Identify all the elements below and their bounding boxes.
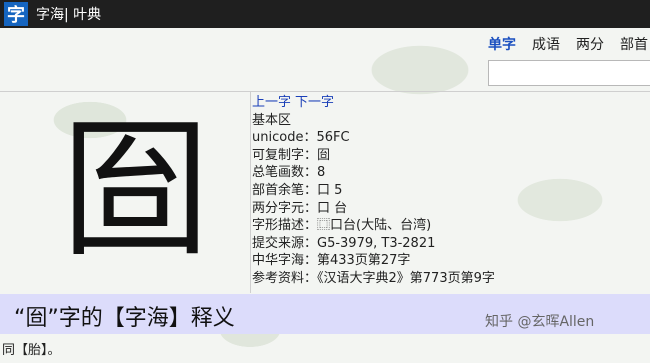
- character-glyph: 囼: [59, 104, 210, 278]
- two-part-components: 两分字元：口 台: [252, 200, 348, 216]
- shape-description: 字形描述：⿴口台(大陆、台湾): [252, 218, 432, 234]
- tab-single-char[interactable]: 单字: [488, 34, 516, 54]
- definition-suffix: 。: [47, 343, 61, 358]
- zhonghua-zihai-ref: 中华字海：第433页第27字: [252, 253, 411, 269]
- title-bar: 字 字海| 叶典: [0, 0, 650, 28]
- definition-text: 同【胎】。: [2, 339, 61, 358]
- definition-prefix: 同: [2, 343, 16, 358]
- stroke-count: 总笔画数：8: [252, 165, 326, 181]
- next-char-link[interactable]: 下一字: [295, 95, 334, 110]
- definition-title: “囼”字的【字海】释义: [14, 306, 235, 331]
- tab-two-part[interactable]: 两分: [576, 34, 604, 54]
- reference-material: 参考资料：《汉语大字典2》第773页第9字: [252, 270, 495, 286]
- app-logo-icon: 字: [4, 2, 28, 26]
- unicode-value: unicode：56FC: [252, 130, 350, 146]
- tab-radical[interactable]: 部首: [620, 34, 648, 54]
- search-input[interactable]: [488, 60, 650, 86]
- block-label: 基本区: [252, 112, 292, 128]
- definition-link[interactable]: 【胎】: [15, 343, 48, 358]
- radical-strokes: 部首余笔：口 5: [252, 182, 343, 198]
- character-info: 上一字 下一字 基本区 unicode：56FC 可复制字：囼 总笔画数：8 部首…: [252, 94, 582, 288]
- submission-source: 提交来源：G5-3979, T3-2821: [252, 235, 436, 251]
- search-tabs: 单字 成语 两分 部首: [488, 34, 648, 54]
- app-title: 字海| 叶典: [36, 7, 102, 23]
- header-divider: [0, 91, 650, 92]
- header: 单字 成语 两分 部首: [0, 28, 650, 90]
- char-navigation: 上一字 下一字: [252, 94, 582, 112]
- prev-char-link[interactable]: 上一字: [252, 95, 291, 110]
- column-divider: [250, 92, 251, 293]
- copyable-char: 可复制字：囼: [252, 147, 331, 163]
- watermark: 知乎 @玄晖Allen: [485, 314, 595, 330]
- tab-idiom[interactable]: 成语: [532, 34, 560, 54]
